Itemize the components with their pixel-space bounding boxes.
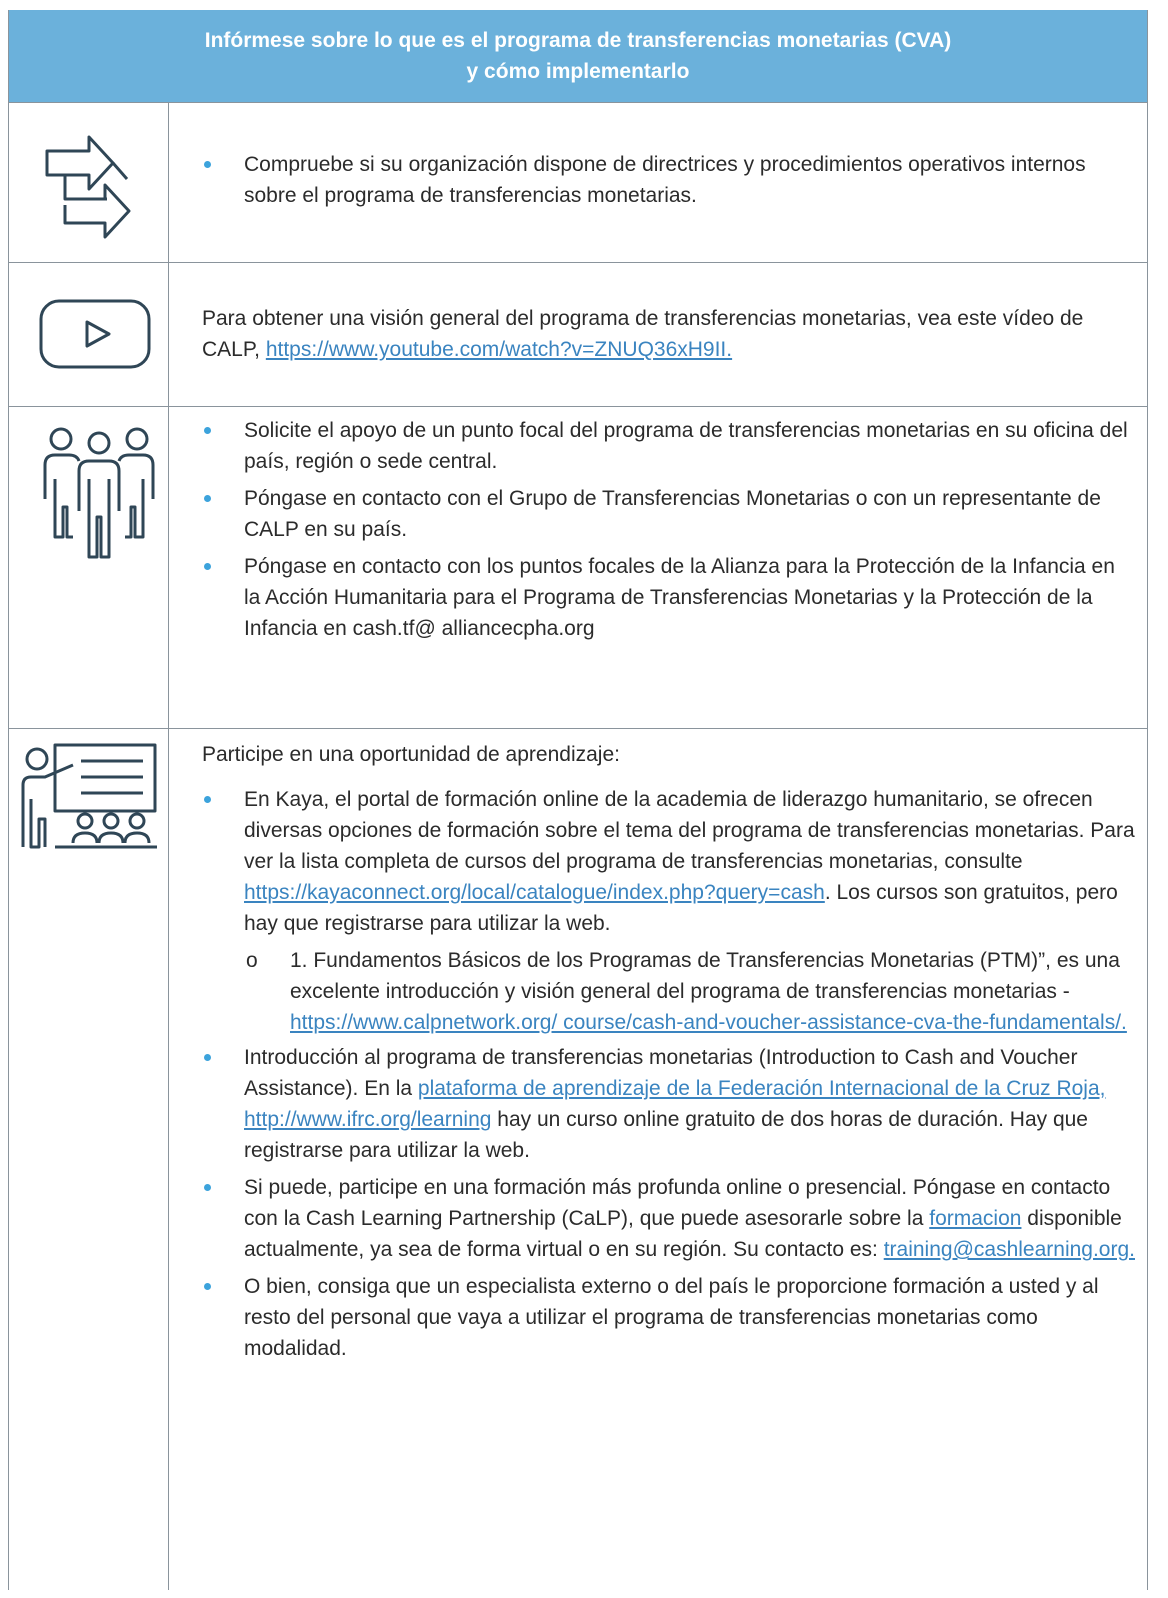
header-title-line2: y cómo implementarlo [466,60,690,83]
sub-marker: o [246,949,258,972]
icon-cell [9,263,169,406]
sub-text: 1. Fundamentos Básicos de los Programas … [290,949,1120,1003]
bullet-list: Compruebe si su organización dispone de … [202,149,1137,211]
list-item: En Kaya, el portal de formación online d… [202,784,1137,1038]
learning-intro: Participe en una oportunidad de aprendiz… [202,743,620,766]
formacion-link[interactable]: formacion [929,1207,1021,1230]
calp-course-link[interactable]: https://www.calpnetwork.org/ course/cash… [290,1011,1127,1034]
video-link[interactable]: https://www.youtube.com/watch?v=ZNUQ36xH… [266,338,732,361]
list-item: Introducción al programa de transferenci… [202,1042,1137,1166]
icon-cell [9,407,169,728]
list-item: Compruebe si su organización dispone de … [202,149,1137,211]
row-guidelines: Compruebe si su organización dispone de … [9,102,1147,262]
icon-cell [9,103,169,262]
info-table: Infórmese sobre lo que es el programa de… [8,10,1148,1590]
list-item: Póngase en contacto con los puntos focal… [202,551,1137,644]
teacher-presentation-icon [21,743,157,849]
sub-item: o 1. Fundamentos Básicos de los Programa… [244,945,1137,1038]
list-item: Póngase en contacto con el Grupo de Tran… [202,483,1137,545]
video-paragraph: Para obtener una visión general del prog… [202,303,1137,365]
people-group-icon [43,427,155,559]
row-learning: Participe en una oportunidad de aprendiz… [9,728,1147,1590]
icon-cell [9,729,169,1590]
bullet-list: Solicite el apoyo de un punto focal del … [202,415,1137,644]
row-contacts: Solicite el apoyo de un punto focal del … [9,406,1147,728]
kaya-link[interactable]: https://kayaconnect.org/local/catalogue/… [244,881,825,904]
bullet-list: En Kaya, el portal de formación online d… [202,784,1137,1364]
list-item: Si puede, participe en una formación más… [202,1172,1137,1265]
video-play-icon [39,299,151,369]
list-item: O bien, consiga que un especialista exte… [202,1271,1137,1364]
table-header: Infórmese sobre lo que es el programa de… [9,10,1147,102]
training-email-link[interactable]: training@cashlearning.org. [884,1238,1135,1261]
arrows-icon [45,135,131,239]
list-item: Solicite el apoyo de un punto focal del … [202,415,1137,477]
kaya-text: En Kaya, el portal de formación online d… [244,788,1135,873]
header-title-line1: Infórmese sobre lo que es el programa de… [204,29,952,52]
row-video: Para obtener una visión general del prog… [9,262,1147,406]
